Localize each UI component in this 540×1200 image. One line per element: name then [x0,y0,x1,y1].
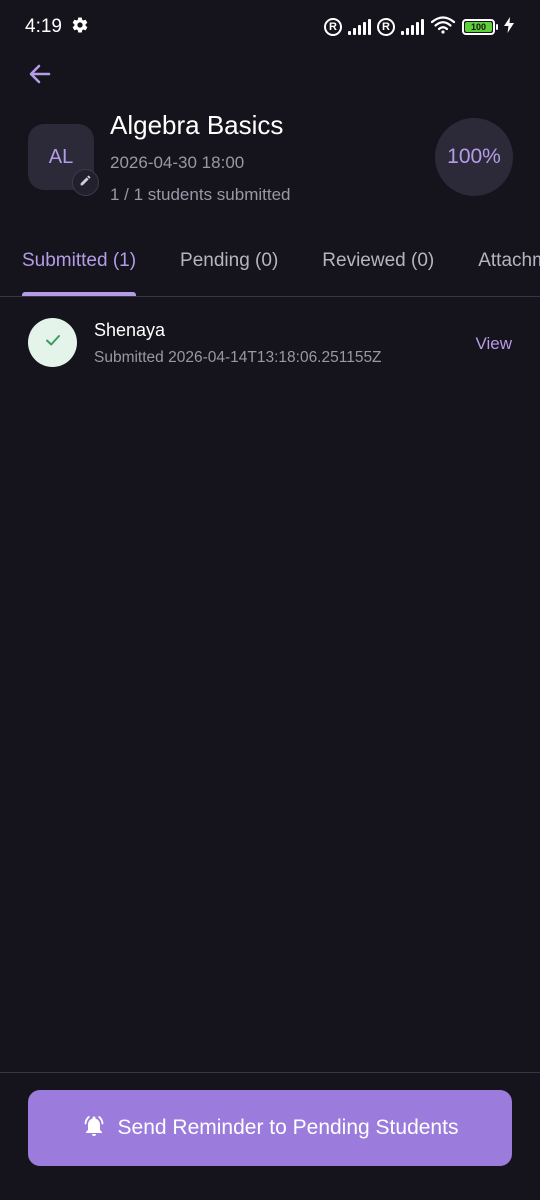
view-submission-button[interactable]: View [475,334,512,354]
status-bar: 4:19 R R 100 [0,0,540,54]
submission-tabs: Submitted (1) Pending (0) Reviewed (0) A… [0,236,540,296]
check-icon [43,330,63,355]
tab-pending[interactable]: Pending (0) [158,236,300,296]
wifi-icon [430,15,456,39]
arrow-left-icon [27,61,53,92]
signal-icon-2 [401,19,424,35]
battery-level: 100 [465,22,492,32]
charging-icon [504,16,514,38]
due-date: 2026-04-30 18:00 [110,153,245,172]
gear-icon [71,16,89,39]
tabs-divider [0,296,540,297]
list-item: Shenaya Submitted 2026-04-14T13:18:06.25… [0,310,540,376]
bell-ringing-icon [82,1114,106,1143]
student-name: Shenaya [94,320,166,340]
footer-divider [0,1072,540,1073]
status-time: 4:19 [25,16,62,37]
back-button[interactable] [24,60,56,92]
send-reminder-button[interactable]: Send Reminder to Pending Students [28,1090,512,1166]
status-left: 4:19 [25,16,89,39]
send-reminder-label: Send Reminder to Pending Students [117,1116,459,1139]
assignment-detail-screen: 4:19 R R 100 AL Algebra Basics 2026-04-3… [0,0,540,1200]
registered-icon-2: R [377,18,395,36]
pencil-icon [79,174,92,192]
tab-attachments[interactable]: Attachments [456,236,540,296]
edit-avatar-button[interactable] [72,169,99,196]
assignment-title: Algebra Basics [110,110,284,140]
battery-icon: 100 [462,19,498,35]
signal-icon [348,19,371,35]
status-right: R R 100 [324,15,514,39]
tab-reviewed[interactable]: Reviewed (0) [300,236,456,296]
submitted-summary: 1 / 1 students submitted [110,185,291,204]
tab-submitted[interactable]: Submitted (1) [0,236,158,296]
registered-icon: R [324,18,342,36]
submitted-status [28,318,77,367]
submitted-timestamp: Submitted 2026-04-14T13:18:06.251155Z [94,349,382,366]
completion-progress: 100% [435,118,513,196]
